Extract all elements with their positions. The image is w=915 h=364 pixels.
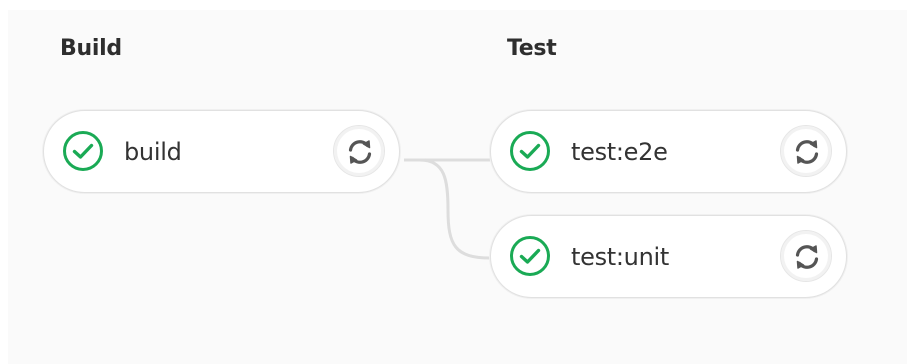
retry-icon [795,140,819,164]
job-build[interactable]: build [43,110,400,193]
check-circle-icon [509,130,551,172]
stage-title-build: Build [60,36,122,61]
check-circle-icon [509,235,551,277]
job-test-e2e[interactable]: test:e2e [490,110,847,193]
job-name: build [124,138,182,166]
retry-button[interactable] [780,230,832,282]
retry-icon [795,245,819,269]
stage-title-test: Test [507,36,557,61]
job-name: test:unit [571,243,669,271]
retry-button[interactable] [333,125,385,177]
job-test-unit[interactable]: test:unit [490,215,847,298]
check-circle-icon [62,130,104,172]
retry-button[interactable] [780,125,832,177]
retry-icon [348,140,372,164]
job-name: test:e2e [571,138,668,166]
